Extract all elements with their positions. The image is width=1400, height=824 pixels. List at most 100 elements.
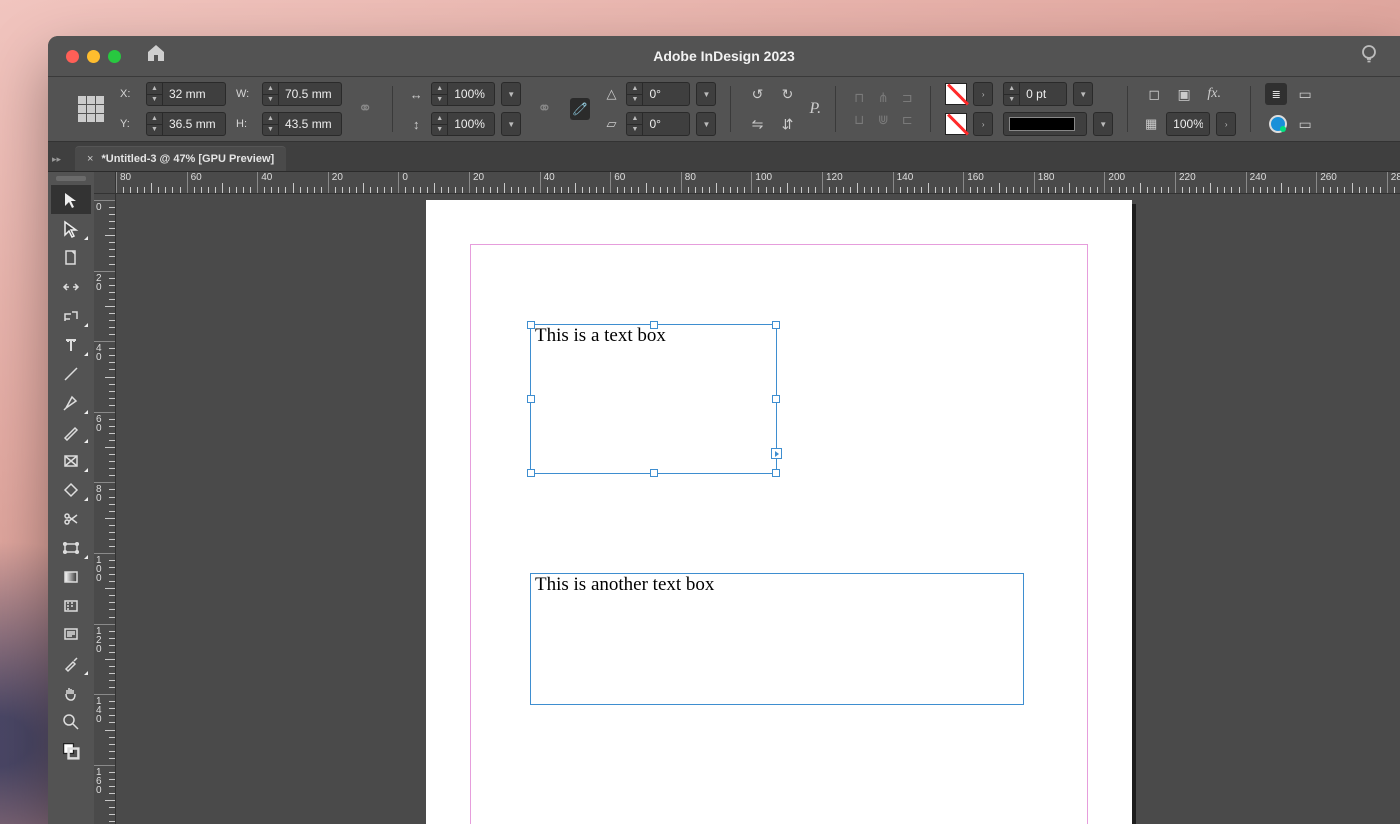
vertical-ruler[interactable]: 02 04 06 08 01 0 01 2 01 4 01 6 0 [94, 194, 116, 824]
window-minimize-button[interactable] [87, 50, 100, 63]
scale-x-field[interactable]: ▲▼ [431, 82, 495, 106]
type-tool[interactable] [51, 330, 91, 359]
constrain-wh-link-icon[interactable]: ⚭ [352, 99, 378, 119]
fill-stroke-toggle[interactable] [51, 736, 91, 765]
y-position-field[interactable]: ▲▼ [146, 112, 226, 136]
shear-icon: ▱ [602, 116, 620, 132]
gap-tool[interactable] [51, 272, 91, 301]
align-right-icon[interactable]: ⊐ [898, 90, 916, 106]
page-tool[interactable] [51, 243, 91, 272]
screen-mode-icon[interactable] [1269, 115, 1287, 133]
resize-handle-e[interactable] [772, 395, 780, 403]
scale-y-dropdown[interactable]: ▼ [501, 112, 521, 136]
expand-panels-icon[interactable]: ▸▸ [48, 154, 75, 171]
align-top-icon[interactable]: ⊔ [850, 112, 868, 128]
opacity-icon: ▦ [1142, 116, 1160, 132]
text-wrap-icon[interactable]: ≣ [1265, 83, 1287, 105]
shear-dropdown[interactable]: ▼ [696, 112, 716, 136]
free-transform-tool[interactable] [51, 533, 91, 562]
fill-swatch[interactable] [945, 83, 967, 105]
page[interactable]: This is a text box This is another text … [426, 200, 1132, 824]
eyedropper-tool[interactable] [51, 649, 91, 678]
home-button[interactable] [146, 44, 166, 68]
rotation-dropdown[interactable]: ▼ [696, 82, 716, 106]
resize-handle-sw[interactable] [527, 469, 535, 477]
align-center-icon[interactable]: ⋔ [874, 90, 892, 106]
out-port-icon[interactable] [771, 448, 782, 459]
pen-tool[interactable] [51, 388, 91, 417]
stroke-weight-field[interactable]: ▲▼ [1003, 82, 1067, 106]
flip-horizontal-icon[interactable]: ⇋ [745, 112, 769, 136]
pencil-tool[interactable] [51, 417, 91, 446]
shear-field[interactable]: ▲▼ [626, 112, 690, 136]
reference-point-grid[interactable] [78, 96, 104, 122]
rotation-field[interactable]: ▲▼ [626, 82, 690, 106]
stroke-color-swatch[interactable] [945, 113, 967, 135]
opacity-field[interactable] [1166, 112, 1210, 136]
stroke-color-dropdown[interactable]: › [973, 112, 993, 136]
text-frame-selected[interactable]: This is a text box [530, 324, 777, 474]
horizontal-ruler[interactable]: 8060402002040608010012014016018020022024… [94, 172, 1400, 194]
hand-tool[interactable] [51, 678, 91, 707]
scale-y-field[interactable]: ▲▼ [431, 112, 495, 136]
rotate-ccw-icon[interactable]: ↺ [745, 82, 769, 106]
ellipse-tool[interactable] [51, 475, 91, 504]
constrain-scale-link-icon[interactable]: ⚭ [531, 99, 557, 119]
clear-transform-icon[interactable]: P. [809, 100, 821, 118]
document-tab-strip: ▸▸ × *Untitled-3 @ 47% [GPU Preview] [48, 142, 1400, 172]
resize-handle-n[interactable] [650, 321, 658, 329]
title-bar: Adobe InDesign 2023 [48, 36, 1400, 76]
window-maximize-button[interactable] [108, 50, 121, 63]
corner-options-icon[interactable]: ◻ [1142, 82, 1166, 106]
resize-handle-w[interactable] [527, 395, 535, 403]
direct-selection-tool[interactable] [51, 214, 91, 243]
selection-tool[interactable] [51, 185, 91, 214]
ruler-origin[interactable] [94, 172, 116, 194]
resize-handle-s[interactable] [650, 469, 658, 477]
opacity-dropdown[interactable]: › [1216, 112, 1236, 136]
height-field[interactable]: ▲▼ [262, 112, 342, 136]
pasteboard[interactable]: This is a text box This is another text … [116, 194, 1400, 824]
panel-options-icon[interactable]: ▭ [1293, 112, 1317, 136]
stroke-style-dropdown[interactable]: ▼ [1093, 112, 1113, 136]
scale-x-dropdown[interactable]: ▼ [501, 82, 521, 106]
close-tab-icon[interactable]: × [87, 153, 93, 165]
auto-fit-badge-icon[interactable]: 🧷 [570, 98, 591, 120]
text-frame-2[interactable]: This is another text box [530, 573, 1024, 705]
text-frame-1-content: This is a text box [535, 325, 666, 346]
fill-dropdown[interactable]: › [973, 82, 993, 106]
rotate-cw-icon[interactable]: ↻ [775, 82, 799, 106]
control-bar: X: ▲▼ Y: ▲▼ W: ▲▼ [48, 76, 1400, 142]
width-field[interactable]: ▲▼ [262, 82, 342, 106]
rotate-icon: △ [602, 86, 620, 102]
y-label: Y: [120, 118, 140, 130]
scissors-tool[interactable] [51, 504, 91, 533]
align-parent-icon[interactable]: ⊓ [850, 90, 868, 106]
rectangle-frame-tool[interactable] [51, 446, 91, 475]
line-tool[interactable] [51, 359, 91, 388]
align-vcenter-icon[interactable]: ⋓ [874, 112, 892, 128]
resize-handle-se[interactable] [772, 469, 780, 477]
effects-fx-icon[interactable]: fx. [1202, 82, 1226, 106]
resize-handle-ne[interactable] [772, 321, 780, 329]
gradient-swatch-tool[interactable] [51, 562, 91, 591]
drop-shadow-icon[interactable]: ▣ [1172, 82, 1196, 106]
note-tool[interactable] [51, 620, 91, 649]
gradient-feather-tool[interactable] [51, 591, 91, 620]
stroke-style-field[interactable] [1003, 112, 1087, 136]
document-tab[interactable]: × *Untitled-3 @ 47% [GPU Preview] [75, 146, 286, 171]
zoom-tool[interactable] [51, 707, 91, 736]
x-label: X: [120, 88, 140, 100]
window-close-button[interactable] [66, 50, 79, 63]
indesign-window: Adobe InDesign 2023 X: ▲▼ Y: ▲▼ [48, 36, 1400, 824]
align-bottom-icon[interactable]: ⊏ [898, 112, 916, 128]
discover-bulb-icon[interactable] [1360, 44, 1378, 69]
stroke-style-preview [1009, 117, 1075, 131]
flip-vertical-icon[interactable]: ⇵ [775, 112, 799, 136]
panel-menu-icon[interactable]: ▭ [1293, 82, 1317, 106]
stroke-weight-dropdown[interactable]: ▼ [1073, 82, 1093, 106]
x-position-field[interactable]: ▲▼ [146, 82, 226, 106]
resize-handle-nw[interactable] [527, 321, 535, 329]
content-collector-tool[interactable] [51, 301, 91, 330]
w-label: W: [236, 88, 256, 100]
